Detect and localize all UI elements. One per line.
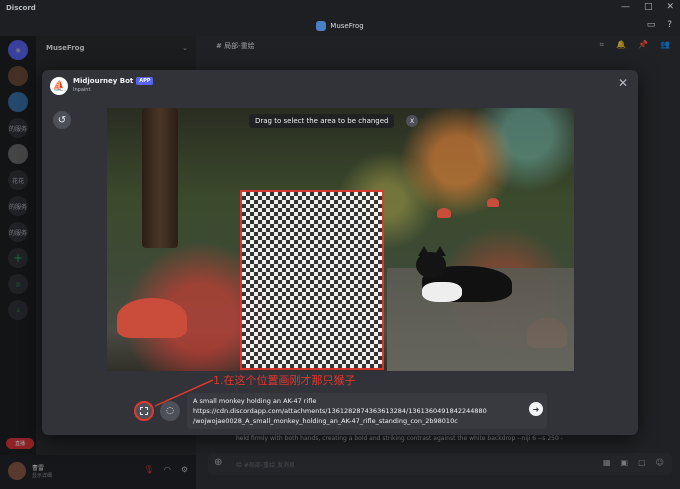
rectangle-select-button[interactable] (134, 401, 154, 421)
prompt-line: https://cdn.discordapp.com/attachments/1… (193, 407, 487, 415)
minimize-icon[interactable]: — (621, 2, 630, 12)
help-icon[interactable]: ? (667, 20, 672, 30)
inbox-icon[interactable]: ▭ (647, 20, 656, 30)
annotation-text: 1.在这个位置画刚才那只猴子 (213, 374, 356, 387)
send-button[interactable]: ➜ (529, 402, 543, 416)
server-icon (316, 21, 327, 31)
top-bar: MuseFrog ▭ ? (0, 16, 680, 36)
prompt-line: A small monkey holding an AK-47 rifle (193, 397, 317, 405)
maximize-icon[interactable]: □ (644, 2, 653, 12)
title-bar: Discord — □ ✕ (0, 0, 680, 16)
rectangle-select-icon (140, 407, 148, 415)
inpaint-modal: ⛵ Midjourney Bot APP Inpaint ✕ ↺ Drag to … (42, 70, 638, 435)
prompt-input[interactable]: A small monkey holding an AK-47 rifle ht… (187, 393, 547, 429)
top-server-name: MuseFrog (330, 22, 364, 30)
app-name: Discord (6, 4, 36, 12)
close-window-icon[interactable]: ✕ (666, 2, 674, 12)
lasso-select-button[interactable]: ◌ (160, 401, 180, 421)
prompt-line: /wojwojae0028_A_small_monkey_holding_an_… (193, 417, 458, 425)
lasso-icon: ◌ (166, 406, 174, 416)
